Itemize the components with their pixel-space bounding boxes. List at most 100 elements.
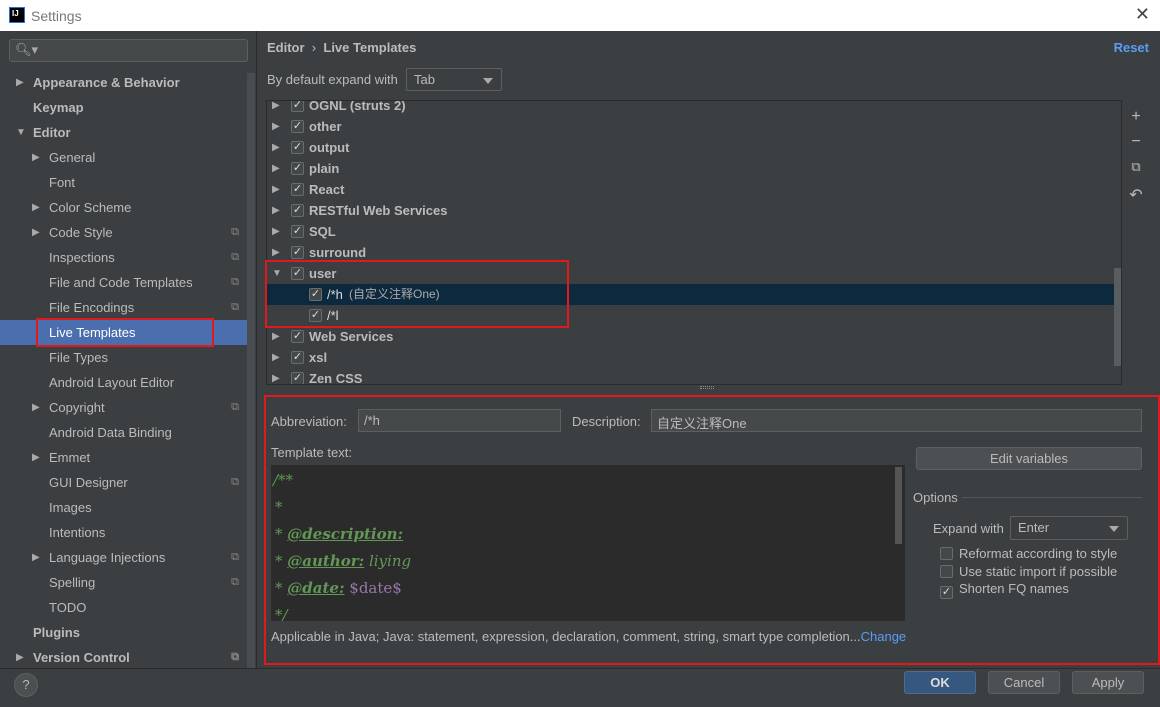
option-checkbox[interactable]: Use static import if possible	[940, 563, 1117, 579]
sidebar-item[interactable]: ▶ Language Injections ⧉	[0, 545, 247, 570]
template-label: other	[309, 119, 342, 134]
chevron-right-icon[interactable]: ▶	[272, 221, 280, 242]
remove-icon[interactable]: −	[1128, 133, 1144, 151]
chevron-right-icon[interactable]: ▶	[272, 179, 280, 200]
description-input[interactable]: 自定义注释One	[651, 409, 1142, 432]
add-icon[interactable]: +	[1128, 108, 1144, 126]
sidebar-item[interactable]: ▶ Copyright ⧉	[0, 395, 247, 420]
sidebar-item[interactable]: GUI Designer ⧉	[0, 470, 247, 495]
change-link[interactable]: Change	[861, 629, 907, 644]
sidebar-item-label: Android Data Binding	[49, 425, 172, 440]
checkbox[interactable]: ✓	[940, 586, 953, 599]
chevron-right-icon[interactable]: ▶	[272, 326, 280, 347]
sidebar-item[interactable]: Intentions	[0, 520, 247, 545]
template-checkbox[interactable]: ✓	[291, 330, 304, 343]
chevron-down-icon[interactable]: ▼	[16, 120, 26, 145]
chevron-right-icon[interactable]: ▶	[32, 545, 40, 570]
chevron-right-icon[interactable]: ▶	[32, 195, 40, 220]
sidebar-item[interactable]: ▶ Code Style ⧉	[0, 220, 247, 245]
cancel-button[interactable]: Cancel	[988, 671, 1060, 694]
sidebar-scrollbar[interactable]	[247, 73, 255, 668]
sidebar-item[interactable]: Images	[0, 495, 247, 520]
template-checkbox[interactable]: ✓	[291, 372, 304, 384]
template-group[interactable]: ▶ ✓ OGNL (struts 2)	[267, 101, 1121, 116]
sidebar-item[interactable]: ▶ Color Scheme	[0, 195, 247, 220]
template-group[interactable]: ▶ ✓ output	[267, 137, 1121, 158]
chevron-right-icon[interactable]: ▶	[272, 116, 280, 137]
checkbox[interactable]	[940, 547, 953, 560]
ok-button[interactable]: OK	[904, 671, 976, 694]
close-button[interactable]: ✕	[1135, 4, 1150, 25]
sidebar-item[interactable]: File and Code Templates ⧉	[0, 270, 247, 295]
template-group[interactable]: ▶ ✓ React	[267, 179, 1121, 200]
edit-variables-button[interactable]: Edit variables	[916, 447, 1142, 470]
copy-icon[interactable]: ⧉	[1128, 159, 1144, 175]
sidebar-item[interactable]: Android Layout Editor	[0, 370, 247, 395]
chevron-right-icon[interactable]: ▶	[32, 395, 40, 420]
revert-icon[interactable]: ↶	[1128, 185, 1144, 205]
default-expand-select[interactable]: Tab	[406, 68, 502, 91]
breadcrumb-parent[interactable]: Editor	[267, 40, 305, 55]
sidebar-item[interactable]: File Encodings ⧉	[0, 295, 247, 320]
chevron-right-icon[interactable]: ▶	[32, 445, 40, 470]
template-group[interactable]: ▶ ✓ plain	[267, 158, 1121, 179]
sidebar-item[interactable]: File Types	[0, 345, 247, 370]
template-group[interactable]: ▶ ✓ RESTful Web Services	[267, 200, 1121, 221]
sidebar-item[interactable]: ▶ General	[0, 145, 247, 170]
option-checkbox[interactable]: Reformat according to style	[940, 545, 1117, 561]
sidebar-item[interactable]: ▶ Version Control ⧉	[0, 645, 247, 670]
template-group[interactable]: ▶ ✓ Web Services	[267, 326, 1121, 347]
chevron-right-icon[interactable]: ▶	[272, 101, 280, 116]
chevron-right-icon[interactable]: ▶	[272, 347, 280, 368]
template-checkbox[interactable]: ✓	[291, 141, 304, 154]
template-checkbox[interactable]: ✓	[291, 225, 304, 238]
title-bar: IJ Settings ✕	[0, 0, 1160, 31]
template-group[interactable]: ▶ ✓ xsl	[267, 347, 1121, 368]
chevron-right-icon[interactable]: ▶	[32, 145, 40, 170]
abbreviation-input[interactable]: /*h	[358, 409, 561, 432]
template-checkbox[interactable]: ✓	[291, 101, 304, 112]
checkbox[interactable]	[940, 565, 953, 578]
reset-link[interactable]: Reset	[1114, 40, 1149, 55]
chevron-right-icon[interactable]: ▶	[16, 645, 24, 670]
chevron-right-icon[interactable]: ▶	[272, 137, 280, 158]
editor-scrollbar[interactable]	[895, 467, 902, 544]
sidebar-item[interactable]: Plugins	[0, 620, 247, 645]
template-group[interactable]: ▶ ✓ SQL	[267, 221, 1121, 242]
tree-scrollbar[interactable]	[1114, 268, 1121, 366]
sidebar-item[interactable]: Keymap	[0, 95, 247, 120]
template-checkbox[interactable]: ✓	[291, 246, 304, 259]
expand-with-select[interactable]: Enter	[1010, 516, 1128, 540]
apply-button[interactable]: Apply	[1072, 671, 1144, 694]
template-group[interactable]: ▶ ✓ other	[267, 116, 1121, 137]
expand-with-value: Enter	[1018, 520, 1050, 535]
code-line: * @date: $date$	[275, 579, 402, 597]
settings-search-input[interactable]: 🔍︎▾	[9, 39, 248, 62]
code-line: * @author: liying	[275, 552, 412, 570]
sidebar-item-label: Language Injections	[49, 550, 166, 565]
chevron-right-icon[interactable]: ▶	[272, 200, 280, 221]
sidebar-item[interactable]: Font	[0, 170, 247, 195]
chevron-right-icon[interactable]: ▶	[272, 368, 280, 384]
help-button[interactable]: ?	[14, 673, 38, 697]
sidebar-item[interactable]: ▶ Appearance & Behavior	[0, 70, 247, 95]
template-checkbox[interactable]: ✓	[291, 183, 304, 196]
splitter-handle[interactable]	[700, 386, 714, 389]
sidebar-item[interactable]: ▼ Editor	[0, 120, 247, 145]
template-group[interactable]: ▶ ✓ Zen CSS	[267, 368, 1121, 384]
sidebar-item[interactable]: ▶ Emmet	[0, 445, 247, 470]
chevron-right-icon[interactable]: ▶	[32, 220, 40, 245]
template-checkbox[interactable]: ✓	[291, 120, 304, 133]
template-checkbox[interactable]: ✓	[291, 351, 304, 364]
chevron-right-icon[interactable]: ▶	[272, 158, 280, 179]
sidebar-item[interactable]: Spelling ⧉	[0, 570, 247, 595]
option-checkbox[interactable]: ✓ Shorten FQ names	[940, 581, 1069, 599]
chevron-right-icon[interactable]: ▶	[16, 70, 24, 95]
sidebar-item[interactable]: Inspections ⧉	[0, 245, 247, 270]
expand-with-label: Expand with	[933, 521, 1004, 536]
sidebar-item[interactable]: Android Data Binding	[0, 420, 247, 445]
template-text-editor[interactable]: /** * * @description: * @author: liying …	[271, 465, 905, 621]
template-checkbox[interactable]: ✓	[291, 204, 304, 217]
template-checkbox[interactable]: ✓	[291, 162, 304, 175]
sidebar-item[interactable]: TODO	[0, 595, 247, 620]
